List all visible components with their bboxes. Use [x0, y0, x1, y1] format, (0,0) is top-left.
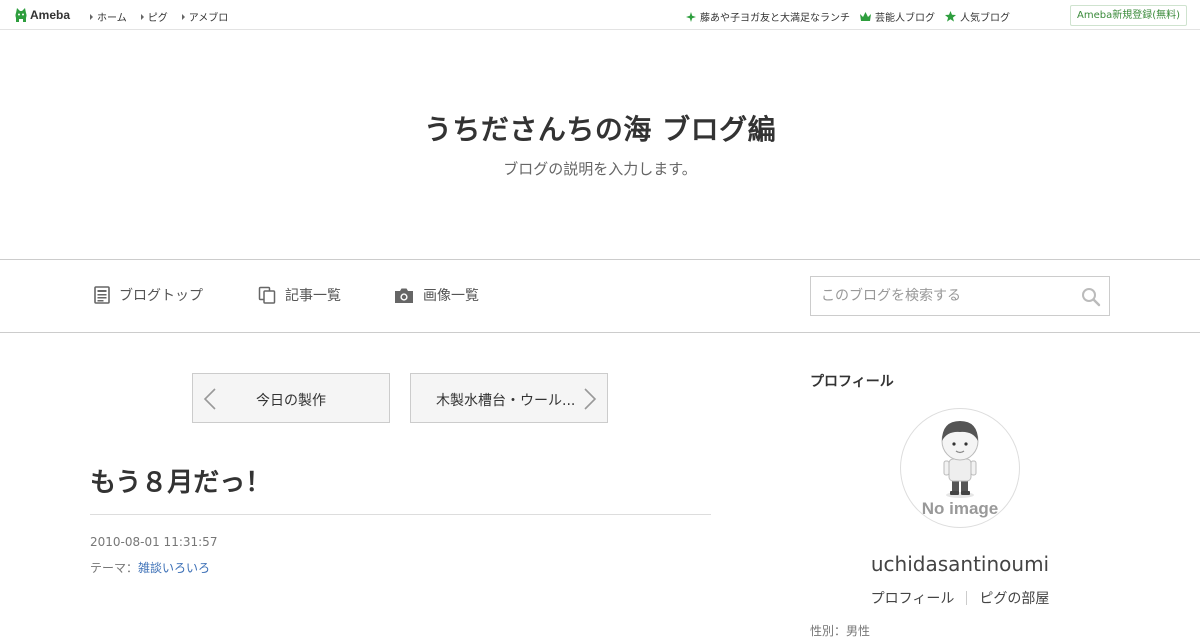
entry-date: 2010-08-01 11:31:57 — [90, 535, 218, 549]
profile-gender: 性別：男性 — [810, 624, 871, 638]
entry-theme: テーマ：雑談いろいろ — [90, 559, 210, 576]
blog-search — [810, 276, 1110, 316]
entry-divider — [90, 514, 711, 515]
global-nav-pigg[interactable]: ピグ — [140, 9, 168, 24]
theme-link[interactable]: 雑談いろいろ — [138, 561, 210, 575]
global-nav-label: ピグ — [147, 13, 168, 24]
header-link-label: 人気ブログ — [960, 13, 1010, 24]
next-entry-title: 木製水槽台・ウール... — [436, 393, 576, 409]
global-nav-home[interactable]: ホーム — [90, 9, 127, 24]
sparkle-icon — [686, 11, 696, 22]
chevron-left-icon — [203, 388, 216, 410]
blog-nav-bar: ブログトップ 記事一覧 画像一覧 — [0, 259, 1200, 333]
header-link-popular[interactable]: 人気ブログ — [945, 9, 1010, 24]
profile-link[interactable]: プロフィール — [871, 588, 955, 608]
entry-title[interactable]: もう８月だっ！ — [90, 462, 271, 499]
copy-pages-icon — [258, 286, 276, 304]
caret-right-icon — [181, 13, 185, 20]
profile-heading: プロフィール — [810, 374, 894, 390]
theme-label: テーマ： — [90, 561, 139, 575]
document-icon — [94, 286, 110, 304]
no-image-label: No image — [921, 499, 999, 518]
header-link-news[interactable]: 藤あや子ヨガ友と大満足なランチ — [686, 9, 850, 24]
blog-title[interactable]: うちださんちの海 ブログ編 — [0, 108, 1200, 148]
global-nav: ホーム ピグ アメブロ — [90, 9, 228, 24]
nav-label: 記事一覧 — [285, 288, 341, 304]
nav-label: ブログトップ — [119, 288, 203, 304]
profile-links: プロフィール ピグの部屋 — [810, 588, 1110, 608]
search-input[interactable] — [811, 277, 1091, 315]
ameba-logo[interactable]: Ameba — [14, 6, 70, 24]
chevron-right-icon — [584, 388, 597, 410]
header-links: 藤あや子ヨガ友と大満足なランチ 芸能人ブログ 人気ブログ — [686, 9, 1010, 24]
header-link-label: 芸能人ブログ — [875, 13, 935, 24]
global-nav-ameblo[interactable]: アメブロ — [181, 9, 229, 24]
nav-label: 画像一覧 — [423, 288, 479, 304]
global-nav-label: ホーム — [97, 13, 127, 24]
caret-right-icon — [90, 13, 93, 20]
nav-entry-list[interactable]: 記事一覧 — [258, 285, 341, 305]
pigg-room-link[interactable]: ピグの部屋 — [979, 588, 1049, 608]
search-icon[interactable] — [1081, 287, 1101, 307]
link-separator — [966, 591, 968, 605]
header-link-label: 藤あや子ヨガ友と大満足なランチ — [700, 13, 850, 24]
avatar[interactable]: No image — [900, 408, 1020, 528]
profile-username[interactable]: uchidasantinoumi — [810, 552, 1110, 576]
next-entry-button[interactable]: 木製水槽台・ウール... — [410, 373, 608, 423]
nav-image-list[interactable]: 画像一覧 — [394, 285, 479, 305]
ameba-mascot-icon — [15, 8, 27, 22]
prev-entry-title: 今日の製作 — [256, 393, 326, 409]
star-icon — [945, 11, 956, 22]
header-link-celebrity[interactable]: 芸能人ブログ — [860, 9, 935, 24]
logo-text: Ameba — [30, 8, 71, 22]
camera-icon — [395, 288, 413, 303]
global-nav-label: アメブロ — [188, 13, 229, 24]
crown-icon — [860, 12, 871, 21]
blog-description: ブログの説明を入力します。 — [503, 160, 697, 178]
prev-entry-button[interactable]: 今日の製作 — [192, 373, 390, 423]
global-header: Ameba ホーム ピグ アメブロ 藤あや子ヨガ友と大満足なランチ 芸能人ブログ… — [0, 0, 1200, 30]
register-button[interactable]: Ameba新規登録(無料) — [1069, 5, 1187, 26]
nav-blog-top[interactable]: ブログトップ — [94, 285, 203, 305]
caret-right-icon — [140, 13, 144, 20]
